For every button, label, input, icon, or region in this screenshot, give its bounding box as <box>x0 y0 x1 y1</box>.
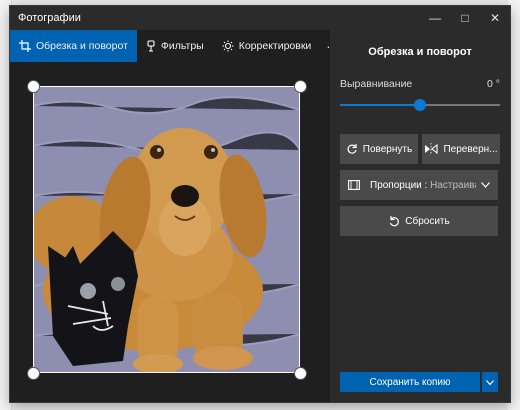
slider-fill <box>340 104 420 106</box>
rotate-flip-row: Повернуть Переверн... <box>340 134 500 164</box>
straighten-value: 0 ° <box>487 78 500 90</box>
crop-frame[interactable] <box>33 86 300 373</box>
reset-button[interactable]: Сбросить <box>340 206 498 236</box>
tab-crop-rotate[interactable]: Обрезка и поворот <box>10 30 137 62</box>
rotate-icon <box>347 144 357 154</box>
tab-adjustments[interactable]: Корректировки <box>213 30 321 62</box>
save-row: Сохранить копию <box>340 372 498 392</box>
crop-handle-top-left[interactable] <box>27 80 40 93</box>
window-title: Фотографии <box>18 12 81 24</box>
minimize-button[interactable]: — <box>420 6 450 30</box>
crop-icon <box>19 40 31 52</box>
slider-thumb[interactable] <box>414 99 426 111</box>
brightness-icon <box>222 40 234 52</box>
straighten-label: Выравнивание <box>340 78 413 90</box>
crop-handle-bottom-left[interactable] <box>27 367 40 380</box>
aspect-ratio-value: Настраиваем... <box>430 179 476 191</box>
maximize-button[interactable]: □ <box>450 6 480 30</box>
tab-crop-rotate-label: Обрезка и поворот <box>36 40 128 52</box>
chevron-down-icon <box>486 379 494 385</box>
tab-filters-label: Фильтры <box>160 40 204 52</box>
close-button[interactable]: ✕ <box>480 6 510 30</box>
aspect-ratio-text: Пропорции : Настраиваем... <box>365 180 476 191</box>
photo-canvas <box>10 62 330 402</box>
undo-icon <box>390 216 400 227</box>
reset-label: Сбросить <box>405 215 450 227</box>
flip-label: Переверн... <box>443 143 498 155</box>
straighten-slider[interactable] <box>340 98 500 112</box>
edit-toolbar: Обрезка и поворот Фильтры Корректировки … <box>10 30 341 62</box>
photos-window: Фотографии — □ ✕ Обрезка и поворот Фильт… <box>10 6 510 402</box>
rotate-label: Повернуть <box>362 143 413 155</box>
chevron-down-icon <box>481 182 490 188</box>
panel-title: Обрезка и поворот <box>368 46 472 58</box>
aspect-ratio-icon <box>348 180 360 190</box>
flip-icon <box>425 143 439 155</box>
aspect-ratio-label: Пропорции : <box>370 179 428 191</box>
save-copy-button[interactable]: Сохранить копию <box>340 372 480 392</box>
rotate-button[interactable]: Повернуть <box>340 134 418 164</box>
crop-handle-bottom-right[interactable] <box>294 367 307 380</box>
tab-adjustments-label: Корректировки <box>238 40 312 52</box>
straighten-row: Выравнивание 0 ° <box>340 78 500 90</box>
filter-icon <box>147 40 155 52</box>
tab-filters[interactable]: Фильтры <box>137 30 213 62</box>
crop-rotate-panel: Обрезка и поворот Выравнивание 0 ° Повер… <box>330 30 510 402</box>
flip-button[interactable]: Переверн... <box>422 134 500 164</box>
crop-handle-top-right[interactable] <box>294 80 307 93</box>
aspect-ratio-dropdown[interactable]: Пропорции : Настраиваем... <box>340 170 498 200</box>
save-options-button[interactable] <box>482 372 498 392</box>
title-bar: Фотографии — □ ✕ <box>10 6 510 30</box>
